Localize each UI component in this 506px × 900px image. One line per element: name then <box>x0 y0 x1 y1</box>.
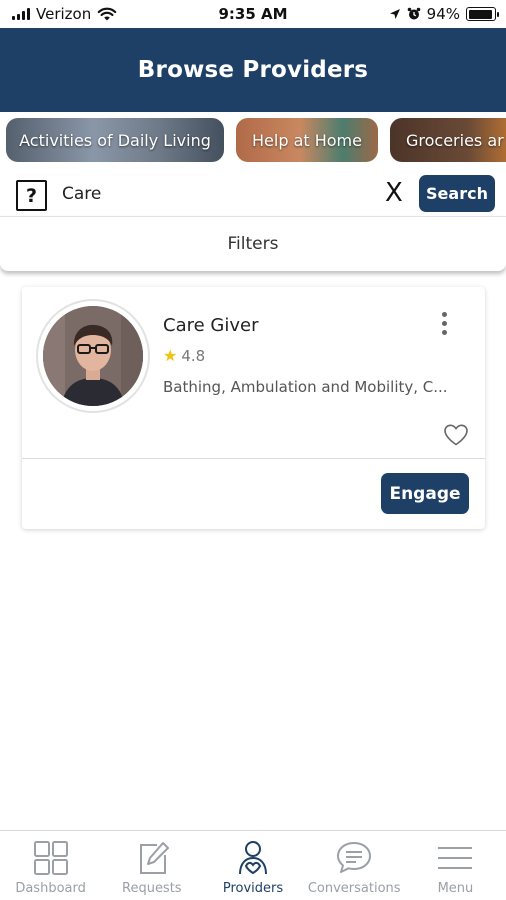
tab-label: Conversations <box>307 881 401 896</box>
app-header: Browse Providers <box>0 28 506 112</box>
category-chips[interactable]: Activities of Daily Living Help at Home … <box>6 118 506 166</box>
person-photo-icon <box>43 306 143 406</box>
tab-menu[interactable]: Menu <box>405 831 506 900</box>
menu-icon <box>438 847 473 869</box>
tab-conversations[interactable]: Conversations <box>304 831 405 900</box>
bottom-tab-bar: Dashboard Requests Providers Conversatio… <box>0 830 506 900</box>
providers-icon <box>239 841 267 875</box>
battery-icon <box>466 7 499 21</box>
battery-percent: 94% <box>426 5 460 23</box>
status-right: 94% <box>389 5 499 23</box>
clear-search-button[interactable]: X <box>385 178 403 208</box>
category-chip-label: Help at Home <box>252 130 362 150</box>
category-chip-label: Activities of Daily Living <box>19 130 211 150</box>
status-bar: Verizon 9:35 AM 94% <box>0 0 506 28</box>
help-icon[interactable]: ? <box>16 180 47 211</box>
alarm-icon <box>407 7 420 20</box>
tab-label: Dashboard <box>15 881 86 896</box>
tab-providers[interactable]: Providers <box>202 831 303 900</box>
filters-button[interactable]: Filters <box>0 216 506 271</box>
edit-icon <box>139 842 169 874</box>
category-chip-help-at-home[interactable]: Help at Home <box>236 118 378 162</box>
card-divider <box>22 458 485 459</box>
tab-label: Requests <box>122 881 182 896</box>
provider-photo <box>43 306 143 406</box>
page-title: Browse Providers <box>137 57 369 83</box>
tab-dashboard[interactable]: Dashboard <box>0 831 101 900</box>
category-chip-activities[interactable]: Activities of Daily Living <box>6 118 224 162</box>
favorite-heart-icon[interactable] <box>443 423 469 447</box>
tab-label: Providers <box>222 881 284 896</box>
rating-value: 4.8 <box>181 346 206 365</box>
tab-requests[interactable]: Requests <box>101 831 202 900</box>
provider-rating: ★ 4.8 <box>163 346 205 365</box>
provider-card[interactable]: Care Giver ★ 4.8 Bathing, Ambulation and… <box>22 287 485 529</box>
provider-services: Bathing, Ambulation and Mobility, C... <box>163 378 448 396</box>
provider-name[interactable]: Care Giver <box>163 315 258 336</box>
star-icon: ★ <box>163 346 178 365</box>
avatar[interactable] <box>36 299 150 413</box>
category-chip-label: Groceries ar <box>406 130 504 150</box>
search-bar: ? X Search <box>0 172 506 216</box>
search-button[interactable]: Search <box>419 175 495 212</box>
grid-icon <box>33 841 68 875</box>
more-options-icon[interactable] <box>439 312 449 335</box>
filters-label: Filters <box>227 234 279 254</box>
location-arrow-icon <box>389 9 400 19</box>
engage-button[interactable]: Engage <box>381 473 469 514</box>
battery-fill <box>468 9 492 19</box>
search-input[interactable] <box>62 178 362 210</box>
category-chip-groceries[interactable]: Groceries ar <box>390 118 506 162</box>
tab-label: Menu <box>437 881 474 896</box>
chat-icon <box>337 842 372 873</box>
